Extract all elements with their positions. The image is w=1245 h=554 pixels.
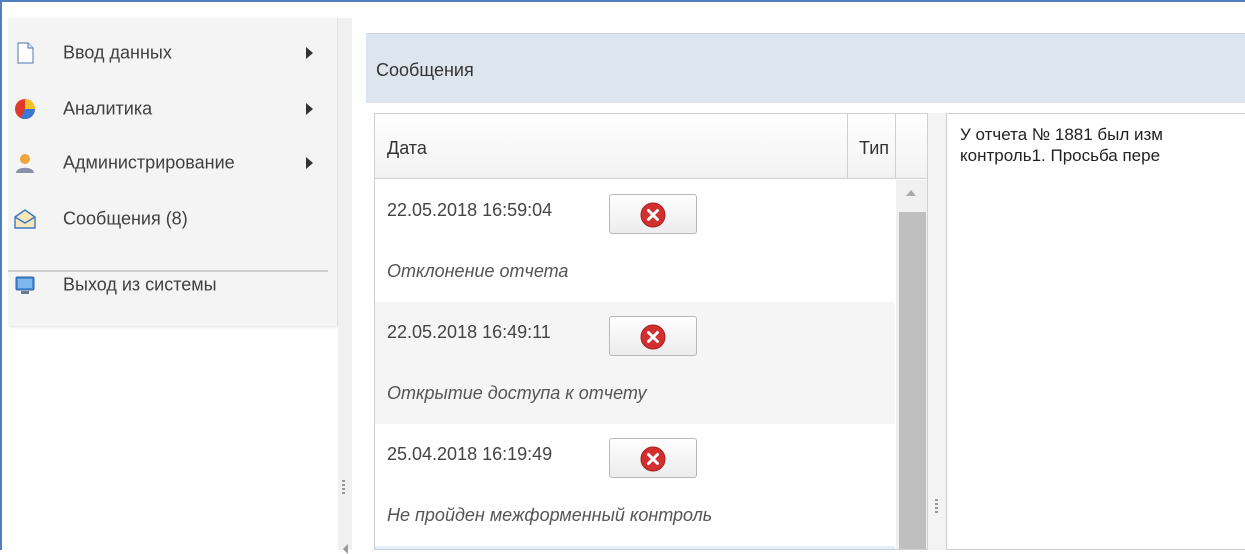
submenu-arrow-icon bbox=[306, 103, 313, 115]
monitor-icon bbox=[15, 276, 35, 294]
delete-button[interactable] bbox=[609, 194, 697, 234]
splitter-grip-icon bbox=[935, 499, 938, 513]
table-row[interactable]: 22.05.2018 16:49:11 Открытие доступа к о… bbox=[375, 302, 895, 424]
menu-item-analytics[interactable]: Аналитика bbox=[8, 92, 338, 126]
menu-item-messages[interactable]: Сообщения (8) bbox=[8, 202, 338, 236]
menu-item-logout[interactable]: Выход из системы bbox=[8, 268, 338, 302]
menu-item-label: Аналитика bbox=[63, 98, 153, 119]
envelope-icon bbox=[14, 209, 36, 229]
column-divider[interactable] bbox=[895, 114, 896, 179]
menu-item-label: Ввод данных bbox=[63, 42, 172, 63]
menu-item-label: Администрирование bbox=[63, 152, 235, 173]
row-type: Отклонение отчета bbox=[387, 261, 569, 281]
main-menu: Ввод данных Аналитика Администрирование … bbox=[8, 18, 338, 326]
scrollbar-thumb[interactable] bbox=[899, 212, 926, 549]
pie-chart-icon bbox=[15, 99, 36, 120]
page-title: Сообщения bbox=[376, 60, 474, 80]
document-icon bbox=[17, 42, 34, 64]
submenu-arrow-icon bbox=[306, 157, 313, 169]
message-detail-panel: У отчета № 1881 был изм контроль1. Прось… bbox=[946, 113, 1245, 550]
menu-item-administration[interactable]: Администрирование bbox=[8, 146, 338, 180]
column-divider[interactable] bbox=[847, 114, 848, 179]
user-icon bbox=[16, 154, 34, 173]
table-row[interactable]: 25.04.2018 16:19:49 Не пройден межформен… bbox=[375, 424, 895, 546]
vertical-scrollbar[interactable] bbox=[896, 180, 927, 549]
table-row[interactable] bbox=[375, 546, 895, 549]
delete-icon bbox=[640, 324, 666, 350]
row-date: 22.05.2018 16:49:11 bbox=[387, 322, 551, 342]
column-header-type[interactable]: Тип bbox=[859, 138, 895, 159]
message-text: У отчета № 1881 был изм контроль1. Прось… bbox=[960, 124, 1245, 166]
column-header-date[interactable]: Дата bbox=[387, 138, 427, 159]
center-splitter[interactable] bbox=[928, 113, 946, 550]
panel-header: Сообщения bbox=[366, 33, 1245, 103]
row-date: 25.04.2018 16:19:49 bbox=[387, 444, 553, 464]
splitter-grip-icon bbox=[342, 480, 345, 494]
messages-grid: Дата Тип 22.05.2018 16:59:04 Отклонение … bbox=[374, 113, 928, 550]
row-type: Открытие доступа к отчету bbox=[387, 383, 647, 403]
left-panel-splitter[interactable] bbox=[338, 18, 352, 554]
row-type: Не пройден межформенный контроль bbox=[387, 505, 713, 525]
menu-item-label: Выход из системы bbox=[63, 274, 217, 295]
grid-header: Дата Тип bbox=[375, 114, 927, 179]
submenu-arrow-icon bbox=[306, 47, 313, 59]
delete-button[interactable] bbox=[609, 438, 697, 478]
delete-icon bbox=[640, 446, 666, 472]
row-date: 22.05.2018 16:59:04 bbox=[387, 200, 553, 220]
menu-item-label: Сообщения (8) bbox=[63, 208, 188, 229]
table-row[interactable]: 22.05.2018 16:59:04 Отклонение отчета bbox=[375, 180, 895, 302]
collapse-arrow-icon[interactable] bbox=[343, 544, 348, 554]
menu-item-data-entry[interactable]: Ввод данных bbox=[8, 36, 338, 70]
message-text-line: контроль1. Просьба пере bbox=[960, 146, 1161, 165]
delete-icon bbox=[640, 202, 666, 228]
scroll-up-icon[interactable] bbox=[906, 190, 916, 196]
message-text-line: У отчета № 1881 был изм bbox=[960, 125, 1163, 144]
delete-button[interactable] bbox=[609, 316, 697, 356]
